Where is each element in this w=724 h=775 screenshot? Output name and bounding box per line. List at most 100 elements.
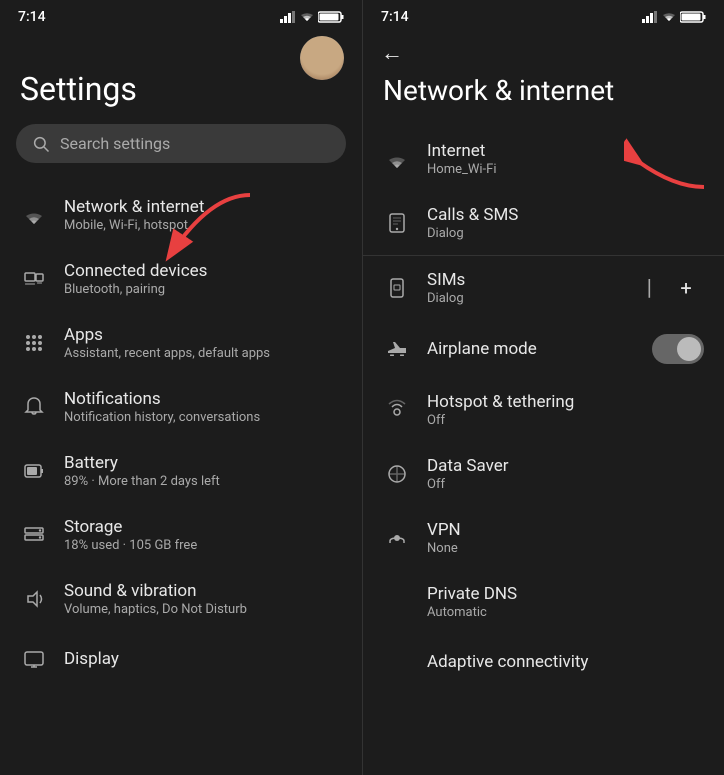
battery-status-icon xyxy=(318,11,344,23)
network-item-airplane[interactable]: Airplane mode xyxy=(363,320,724,378)
network-item-vpn[interactable]: VPN None xyxy=(363,506,724,570)
notifications-text: Notifications Notification history, conv… xyxy=(64,389,260,425)
settings-item-network[interactable]: Network & internet Mobile, Wi-Fi, hotspo… xyxy=(0,183,362,247)
sims-right: | + xyxy=(647,270,704,306)
add-sim-button[interactable]: + xyxy=(668,270,704,306)
vpn-text: VPN None xyxy=(427,520,461,556)
internet-icon xyxy=(383,145,411,173)
battery-icon xyxy=(20,457,48,485)
back-arrow-icon: ← xyxy=(381,40,403,66)
network-item-privatedns[interactable]: Private DNS Automatic xyxy=(363,570,724,634)
airplane-toggle-thumb xyxy=(677,337,701,361)
settings-item-sound[interactable]: Sound & vibration Volume, haptics, Do No… xyxy=(0,567,362,631)
network-title: Network & internet xyxy=(64,197,204,217)
airplane-right xyxy=(652,334,704,364)
sound-icon xyxy=(20,585,48,613)
battery-subtitle: 89% · More than 2 days left xyxy=(64,474,220,489)
display-title: Display xyxy=(64,649,119,669)
network-list: Internet Home_Wi-Fi xyxy=(363,127,724,690)
apps-subtitle: Assistant, recent apps, default apps xyxy=(64,346,270,361)
network-subtitle: Mobile, Wi-Fi, hotspot xyxy=(64,218,204,233)
connected-subtitle: Bluetooth, pairing xyxy=(64,282,207,297)
settings-item-connected[interactable]: Connected devices Bluetooth, pairing xyxy=(0,247,362,311)
sims-divider: | xyxy=(647,276,652,301)
battery-title: Battery xyxy=(64,453,220,473)
status-bar-left: 7:14 xyxy=(0,0,362,30)
status-time-right: 7:14 xyxy=(381,9,409,25)
storage-subtitle: 18% used · 105 GB free xyxy=(64,538,197,553)
connected-text: Connected devices Bluetooth, pairing xyxy=(64,261,207,297)
storage-icon xyxy=(20,521,48,549)
status-icons-left xyxy=(280,11,344,23)
sims-text: SIMs Dialog xyxy=(427,270,465,306)
avatar[interactable] xyxy=(300,36,344,80)
notifications-title: Notifications xyxy=(64,389,260,409)
status-time-left: 7:14 xyxy=(18,9,46,25)
wifi-status-icon xyxy=(300,11,314,23)
calls-text: Calls & SMS Dialog xyxy=(427,205,518,241)
network-item-internet[interactable]: Internet Home_Wi-Fi xyxy=(363,127,724,191)
datasaver-subtitle: Off xyxy=(427,477,509,492)
vpn-title: VPN xyxy=(427,520,461,540)
battery-text: Battery 89% · More than 2 days left xyxy=(64,453,220,489)
datasaver-text: Data Saver Off xyxy=(427,456,509,492)
settings-item-battery[interactable]: Battery 89% · More than 2 days left xyxy=(0,439,362,503)
storage-title: Storage xyxy=(64,517,197,537)
network-content: Network & internet Internet Home_Wi-Fi xyxy=(363,66,724,775)
calls-title: Calls & SMS xyxy=(427,205,518,225)
wifi-status-icon-right xyxy=(662,11,676,23)
sound-subtitle: Volume, haptics, Do Not Disturb xyxy=(64,602,247,617)
search-icon xyxy=(32,135,50,153)
settings-item-apps[interactable]: Apps Assistant, recent apps, default app… xyxy=(0,311,362,375)
signal-icon xyxy=(280,11,296,23)
connected-icon xyxy=(20,265,48,293)
settings-item-storage[interactable]: Storage 18% used · 105 GB free xyxy=(0,503,362,567)
status-bar-right: 7:14 xyxy=(363,0,724,30)
privatedns-text: Private DNS Automatic xyxy=(427,584,517,620)
display-text: Display xyxy=(64,649,119,669)
hotspot-title: Hotspot & tethering xyxy=(427,392,574,412)
settings-content: Settings Search settings Network xyxy=(0,30,362,775)
settings-item-display[interactable]: Display xyxy=(0,631,362,687)
network-item-datasaver[interactable]: Data Saver Off xyxy=(363,442,724,506)
right-panel: 7:14 ← Network & internet xyxy=(362,0,724,775)
network-item-adaptive[interactable]: Adaptive connectivity xyxy=(363,634,724,690)
network-icon xyxy=(20,201,48,229)
sims-icon xyxy=(383,274,411,302)
plus-icon: + xyxy=(680,276,691,300)
storage-text: Storage 18% used · 105 GB free xyxy=(64,517,197,553)
search-input-placeholder: Search settings xyxy=(60,134,170,153)
arrow-right xyxy=(624,132,714,192)
network-item-sims[interactable]: SIMs Dialog | + xyxy=(363,256,724,320)
avatar-image xyxy=(300,36,344,80)
privatedns-subtitle: Automatic xyxy=(427,605,517,620)
settings-list: Network & internet Mobile, Wi-Fi, hotspo… xyxy=(0,183,362,687)
calls-subtitle: Dialog xyxy=(427,226,518,241)
apps-text: Apps Assistant, recent apps, default app… xyxy=(64,325,270,361)
network-item-calls[interactable]: Calls & SMS Dialog xyxy=(363,191,724,255)
airplane-toggle[interactable] xyxy=(652,334,704,364)
settings-item-notifications[interactable]: Notifications Notification history, conv… xyxy=(0,375,362,439)
vpn-subtitle: None xyxy=(427,541,461,556)
internet-text: Internet Home_Wi-Fi xyxy=(427,141,496,177)
notifications-subtitle: Notification history, conversations xyxy=(64,410,260,425)
privatedns-title: Private DNS xyxy=(427,584,517,604)
status-icons-right xyxy=(642,11,706,23)
hotspot-icon xyxy=(383,396,411,424)
airplane-icon xyxy=(383,335,411,363)
sound-text: Sound & vibration Volume, haptics, Do No… xyxy=(64,581,247,617)
back-button[interactable]: ← xyxy=(363,30,724,66)
sound-title: Sound & vibration xyxy=(64,581,247,601)
airplane-text: Airplane mode xyxy=(427,339,537,359)
airplane-title: Airplane mode xyxy=(427,339,537,359)
hotspot-subtitle: Off xyxy=(427,413,574,428)
internet-title: Internet xyxy=(427,141,496,161)
apps-icon xyxy=(20,329,48,357)
signal-icon-right xyxy=(642,11,658,23)
connected-title: Connected devices xyxy=(64,261,207,281)
network-item-hotspot[interactable]: Hotspot & tethering Off xyxy=(363,378,724,442)
search-bar[interactable]: Search settings xyxy=(16,124,346,163)
hotspot-text: Hotspot & tethering Off xyxy=(427,392,574,428)
display-icon xyxy=(20,645,48,673)
network-page-title: Network & internet xyxy=(363,66,724,127)
